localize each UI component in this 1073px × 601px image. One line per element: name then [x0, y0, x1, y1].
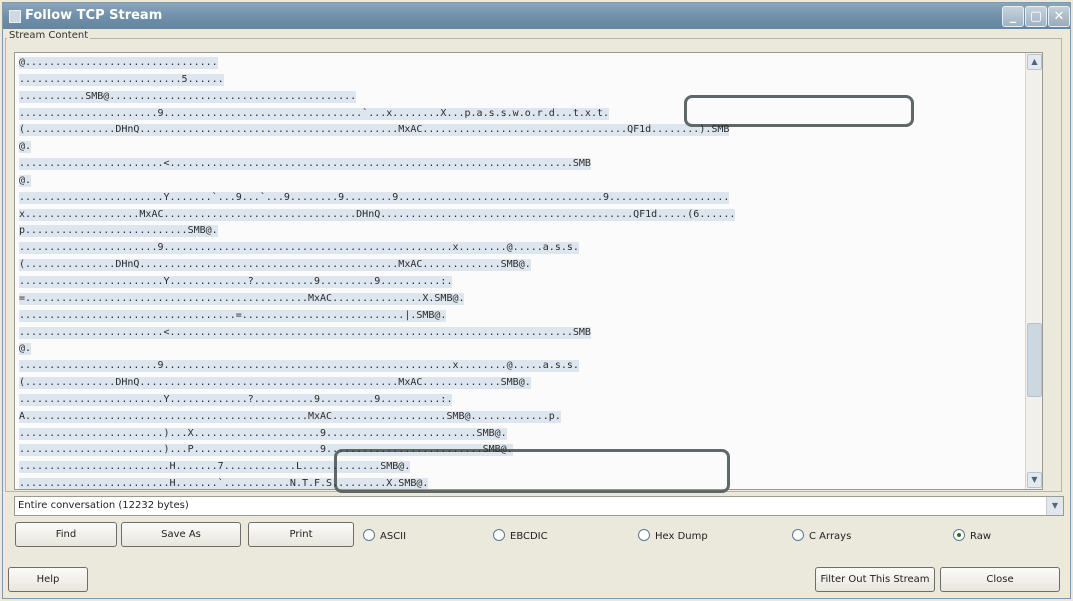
stream-line: ........................<...............…: [19, 325, 1042, 342]
scroll-up-icon[interactable]: ▲: [1027, 54, 1042, 70]
stream-line: .......................9................…: [19, 106, 1042, 123]
chevron-down-icon[interactable]: ▼: [1046, 497, 1063, 515]
stream-line-text: @.: [19, 343, 32, 355]
format-hexdump-radio[interactable]: Hex Dump: [638, 529, 708, 543]
conversation-select-value: Entire conversation (12232 bytes): [18, 500, 189, 511]
conversation-select[interactable]: Entire conversation (12232 bytes) ▼: [14, 496, 1064, 516]
stream-line-text: .........................H.......7......…: [19, 461, 411, 473]
stream-line: x...................MxAC................…: [19, 207, 1042, 224]
stream-line: A.......................................…: [19, 409, 1042, 426]
scrollbar-thumb[interactable]: [1027, 323, 1042, 397]
stream-line-text: ........................)...X...........…: [19, 427, 507, 439]
stream-line-text: ...........SMB@.........................…: [19, 90, 357, 102]
stream-line-text: ........................Y.............?.…: [19, 275, 453, 287]
format-label: ASCII: [380, 531, 407, 542]
stream-line: .......................9................…: [19, 358, 1042, 375]
format-ascii-radio[interactable]: ASCII: [363, 529, 406, 543]
stream-line: (...............DHnQ....................…: [19, 375, 1042, 392]
stream-line: =.......................................…: [19, 291, 1042, 308]
stream-line: @................................: [19, 55, 1042, 72]
stream-lines: @.......................................…: [19, 55, 1042, 490]
title-bar[interactable]: Follow TCP Stream _ ▢ ✕: [3, 3, 1070, 29]
stream-line-text: x...................MxAC................…: [19, 208, 736, 220]
stream-line-text: A.......................................…: [19, 410, 561, 422]
vertical-scrollbar[interactable]: ▲ ▼: [1025, 53, 1042, 489]
close-button[interactable]: Close: [940, 567, 1060, 592]
filter-out-stream-button[interactable]: Filter Out This Stream: [815, 567, 935, 592]
stream-line: @.: [19, 173, 1042, 190]
stream-line: (...............DHnQ....................…: [19, 257, 1042, 274]
stream-line-text: .......................9................…: [19, 360, 579, 372]
stream-line: (...............DHnQ....................…: [19, 122, 1042, 139]
format-label: Raw: [970, 531, 992, 542]
find-button[interactable]: Find: [15, 522, 117, 547]
maximize-button[interactable]: ▢: [1025, 6, 1047, 27]
save-as-button[interactable]: Save As: [121, 522, 241, 547]
stream-line-text: ........................Y.......`...9...…: [19, 191, 730, 203]
stream-line-text: .........................H.......`......…: [19, 478, 429, 490]
stream-line-text: =.......................................…: [19, 292, 465, 304]
radio-icon: [792, 529, 804, 541]
stream-line-text: ........................<...............…: [19, 326, 591, 338]
stream-line: ........................Y.......`...9...…: [19, 190, 1042, 207]
stream-line-text: ........................Y.............?.…: [19, 393, 453, 405]
stream-line-text: .......................9................…: [19, 107, 610, 119]
stream-line: .........................H.......7......…: [19, 459, 1042, 476]
stream-line: ...........SMB@.........................…: [19, 89, 1042, 106]
stream-line-text: ........................<...............…: [19, 158, 591, 170]
app-icon: [9, 10, 21, 23]
stream-line: ........................Y.............?.…: [19, 274, 1042, 291]
stream-line-text: ....................................=...…: [19, 309, 447, 321]
stream-line: ....................................=...…: [19, 308, 1042, 325]
stream-content-label: Stream Content: [7, 30, 91, 41]
stream-line: ........................)...P...........…: [19, 442, 1042, 459]
print-button[interactable]: Print: [248, 522, 354, 547]
stream-line: @.: [19, 341, 1042, 358]
minimize-button[interactable]: _: [1002, 6, 1024, 27]
scroll-down-icon[interactable]: ▼: [1027, 472, 1042, 488]
stream-line-text: @.: [19, 174, 32, 186]
stream-line: @.: [19, 139, 1042, 156]
stream-line-text: .......................9................…: [19, 242, 579, 254]
stream-line: ........................Y.............?.…: [19, 392, 1042, 409]
format-label: Hex Dump: [655, 531, 708, 542]
close-window-button[interactable]: ✕: [1048, 6, 1070, 27]
stream-content-textarea[interactable]: @.......................................…: [14, 52, 1043, 490]
radio-icon: [493, 529, 505, 541]
radio-icon: [638, 529, 650, 541]
format-raw-radio[interactable]: Raw: [953, 529, 991, 543]
format-carrays-radio[interactable]: C Arrays: [792, 529, 851, 543]
stream-line-text: @.: [19, 141, 32, 153]
radio-icon: [363, 529, 375, 541]
stream-line-text: (...............DHnQ....................…: [19, 124, 730, 136]
help-button[interactable]: Help: [8, 567, 88, 592]
stream-line: p...........................SMB@.: [19, 223, 1042, 240]
stream-line-text: ...........................5......: [19, 73, 224, 85]
format-label: C Arrays: [809, 531, 852, 542]
stream-line: ...........................5......: [19, 72, 1042, 89]
window-title: Follow TCP Stream: [25, 8, 163, 23]
radio-selected-icon: [953, 529, 965, 541]
stream-line-text: (...............DHnQ....................…: [19, 377, 531, 389]
format-label: EBCDIC: [510, 531, 548, 542]
stream-line-text: (...............DHnQ....................…: [19, 259, 531, 271]
stream-line-text: ........................)...P...........…: [19, 444, 513, 456]
stream-line: ........................)...X...........…: [19, 426, 1042, 443]
stream-line-text: @................................: [19, 57, 218, 68]
stream-line-text: p...........................SMB@.: [19, 225, 218, 237]
stream-line: .......................9................…: [19, 240, 1042, 257]
format-ebcdic-radio[interactable]: EBCDIC: [493, 529, 548, 543]
stream-line: .........................H.......`......…: [19, 476, 1042, 490]
stream-line: ........................<...............…: [19, 156, 1042, 173]
